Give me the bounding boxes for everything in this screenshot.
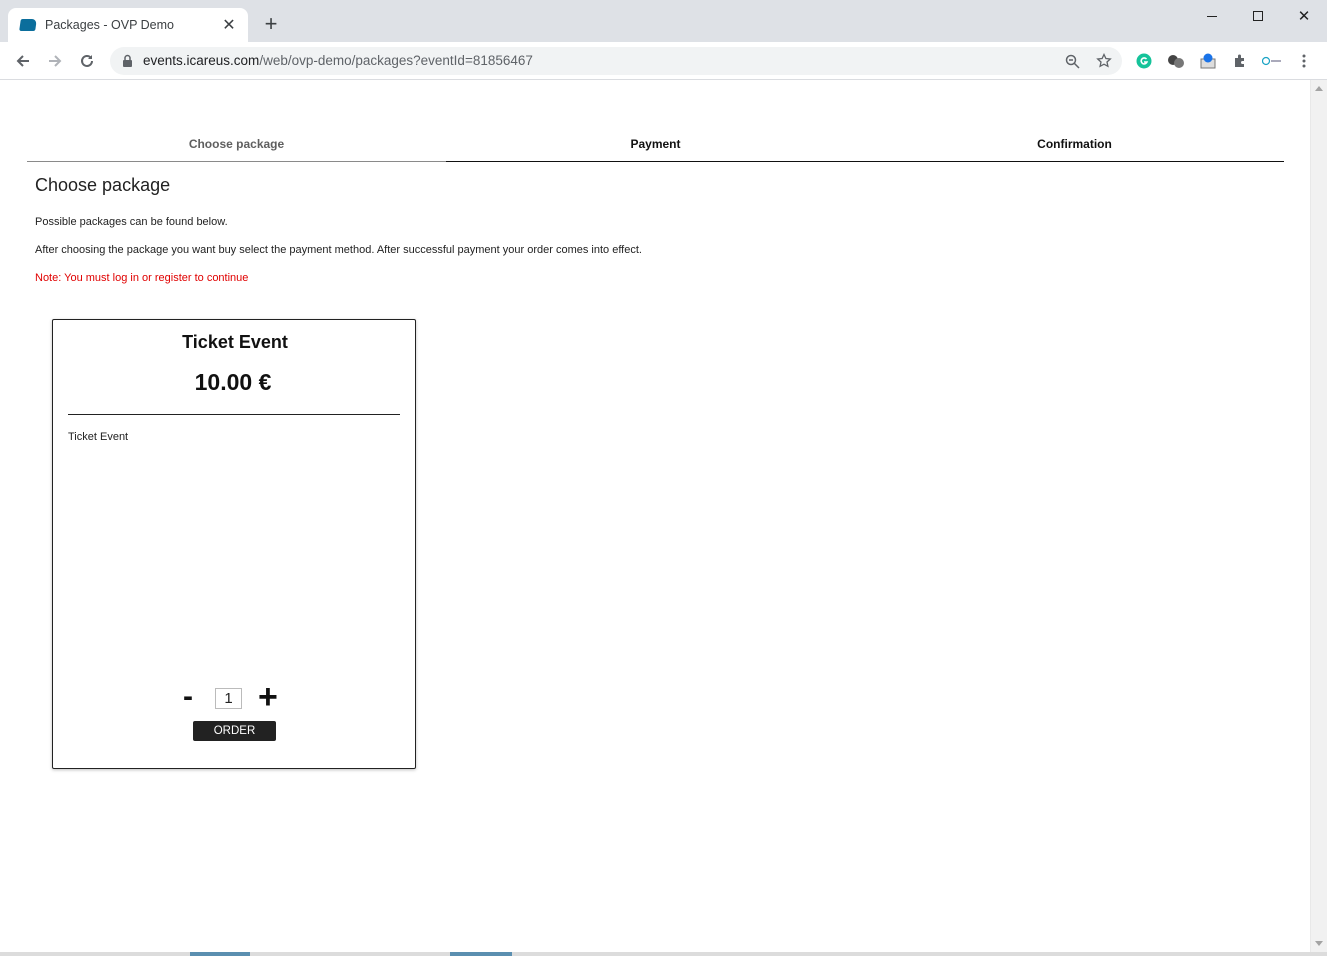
star-icon [1096, 53, 1112, 68]
scroll-up-arrow-icon[interactable] [1315, 86, 1323, 91]
intro-text: Possible packages can be found below. [35, 216, 228, 228]
step-payment[interactable]: Payment [446, 126, 865, 162]
extensions-menu-button[interactable] [1230, 51, 1250, 71]
quantity-input[interactable] [215, 688, 242, 709]
zoom-out-icon [1065, 54, 1080, 69]
reload-icon [81, 54, 93, 67]
maximize-icon [1253, 11, 1263, 21]
browser-tab[interactable]: Packages - OVP Demo ✕ [8, 8, 248, 42]
grammarly-extension-button[interactable] [1134, 51, 1154, 71]
url-path: /web/ovp-demo/packages?eventId=81856467 [259, 53, 533, 68]
bookmark-button[interactable] [1094, 51, 1114, 71]
page-content: Choose package Payment Confirmation Choo… [0, 80, 1310, 952]
page-scrollbar[interactable] [1310, 80, 1327, 952]
step-choose-package[interactable]: Choose package [27, 126, 446, 162]
taskbar-item-indicator [450, 952, 512, 956]
quantity-increase-button[interactable]: + [258, 680, 278, 714]
more-vertical-icon [1302, 54, 1306, 68]
forward-button[interactable] [43, 49, 67, 73]
grammarly-icon [1136, 53, 1152, 69]
window-close-button[interactable]: ✕ [1281, 0, 1327, 32]
extension-button-3[interactable] [1198, 51, 1218, 71]
back-arrow-icon [16, 55, 29, 67]
browser-titlebar: Packages - OVP Demo ✕ + ✕ [0, 0, 1327, 42]
back-button[interactable] [11, 49, 35, 73]
package-price: 10.00 € [194, 369, 272, 395]
puzzle-icon [1235, 54, 1244, 67]
browser-toolbar: events.icareus.com/web/ovp-demo/packages… [0, 42, 1327, 80]
browser-menu-button[interactable] [1294, 51, 1314, 71]
order-button[interactable]: ORDER [193, 721, 276, 741]
package-title: Ticket Event [182, 332, 288, 352]
address-bar[interactable]: events.icareus.com/web/ovp-demo/packages… [110, 47, 1122, 75]
page-title: Choose package [35, 175, 171, 195]
taskbar-edge [0, 952, 1327, 956]
minimize-icon [1207, 15, 1217, 17]
url-host: events.icareus.com [143, 53, 260, 68]
zoom-button[interactable] [1062, 51, 1082, 71]
quantity-decrease-button[interactable]: - [183, 682, 193, 712]
instructions-text: After choosing the package you want buy … [35, 244, 642, 256]
tab-close-icon[interactable]: ✕ [220, 15, 238, 35]
divider [68, 414, 400, 415]
login-note: Note: You must log in or register to con… [35, 272, 249, 284]
forward-arrow-icon [49, 55, 62, 67]
taskbar-item-indicator [190, 952, 250, 956]
checkout-steps: Choose package Payment Confirmation [27, 126, 1284, 163]
badge-extension-icon [1200, 53, 1216, 69]
package-description: Ticket Event [68, 431, 129, 443]
reload-button[interactable] [75, 49, 99, 73]
new-tab-button[interactable]: + [260, 13, 282, 35]
window-minimize-button[interactable] [1189, 0, 1235, 32]
scroll-down-arrow-icon[interactable] [1315, 941, 1323, 946]
extension-button-2[interactable] [1166, 51, 1186, 71]
close-icon: ✕ [1297, 8, 1311, 25]
tab-title: Packages - OVP Demo [45, 18, 174, 32]
site-favicon-icon [19, 19, 37, 31]
window-maximize-button[interactable] [1235, 0, 1281, 32]
icareus-extension-icon [1262, 56, 1281, 66]
package-card: Ticket Event 10.00 € Ticket Event - + OR… [52, 319, 416, 769]
lock-icon [123, 54, 132, 67]
step-confirmation[interactable]: Confirmation [865, 126, 1284, 162]
profile-extension-button[interactable] [1262, 51, 1282, 71]
circles-extension-icon [1168, 55, 1184, 68]
url-text: events.icareus.com/web/ovp-demo/packages… [143, 53, 533, 68]
